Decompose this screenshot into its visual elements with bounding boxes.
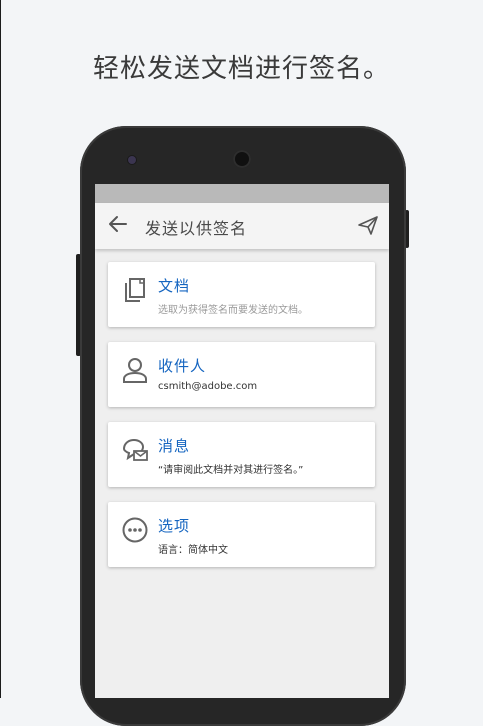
document-icon [125, 278, 145, 302]
person-icon [123, 358, 147, 383]
more-options-icon [122, 517, 148, 543]
left-edge-line [0, 0, 1, 698]
card-options[interactable]: 选项 语言：简体中文 [108, 502, 375, 567]
card-recipients[interactable]: 收件人 csmith@adobe.com [108, 342, 375, 407]
send-icon[interactable] [357, 214, 379, 236]
card-title: 选项 [158, 517, 191, 535]
status-bar [95, 184, 389, 203]
card-subtitle: 语言：简体中文 [158, 545, 228, 556]
phone-screen: 发送以供签名 文档 选取为获得签名而要发送的文档。 收件人 csmith@ado… [95, 184, 389, 698]
message-icon [122, 438, 148, 461]
card-document[interactable]: 文档 选取为获得签名而要发送的文档。 [108, 262, 375, 327]
app-bar: 发送以供签名 [95, 203, 389, 249]
card-message[interactable]: 消息 “请审阅此文档并对其进行签名。” [108, 422, 375, 487]
card-title: 文档 [158, 277, 191, 295]
card-subtitle: 选取为获得签名而要发送的文档。 [158, 305, 308, 316]
headline: 轻松发送文档进行签名。 [92, 54, 390, 84]
back-arrow-icon[interactable] [107, 213, 129, 235]
front-camera [128, 156, 136, 164]
card-subtitle: csmith@adobe.com [158, 381, 258, 392]
card-subtitle: “请审阅此文档并对其进行签名。” [158, 465, 304, 476]
app-bar-title: 发送以供签名 [145, 219, 248, 238]
card-title: 收件人 [158, 357, 207, 375]
earpiece-speaker [233, 150, 251, 168]
card-title: 消息 [158, 437, 191, 455]
